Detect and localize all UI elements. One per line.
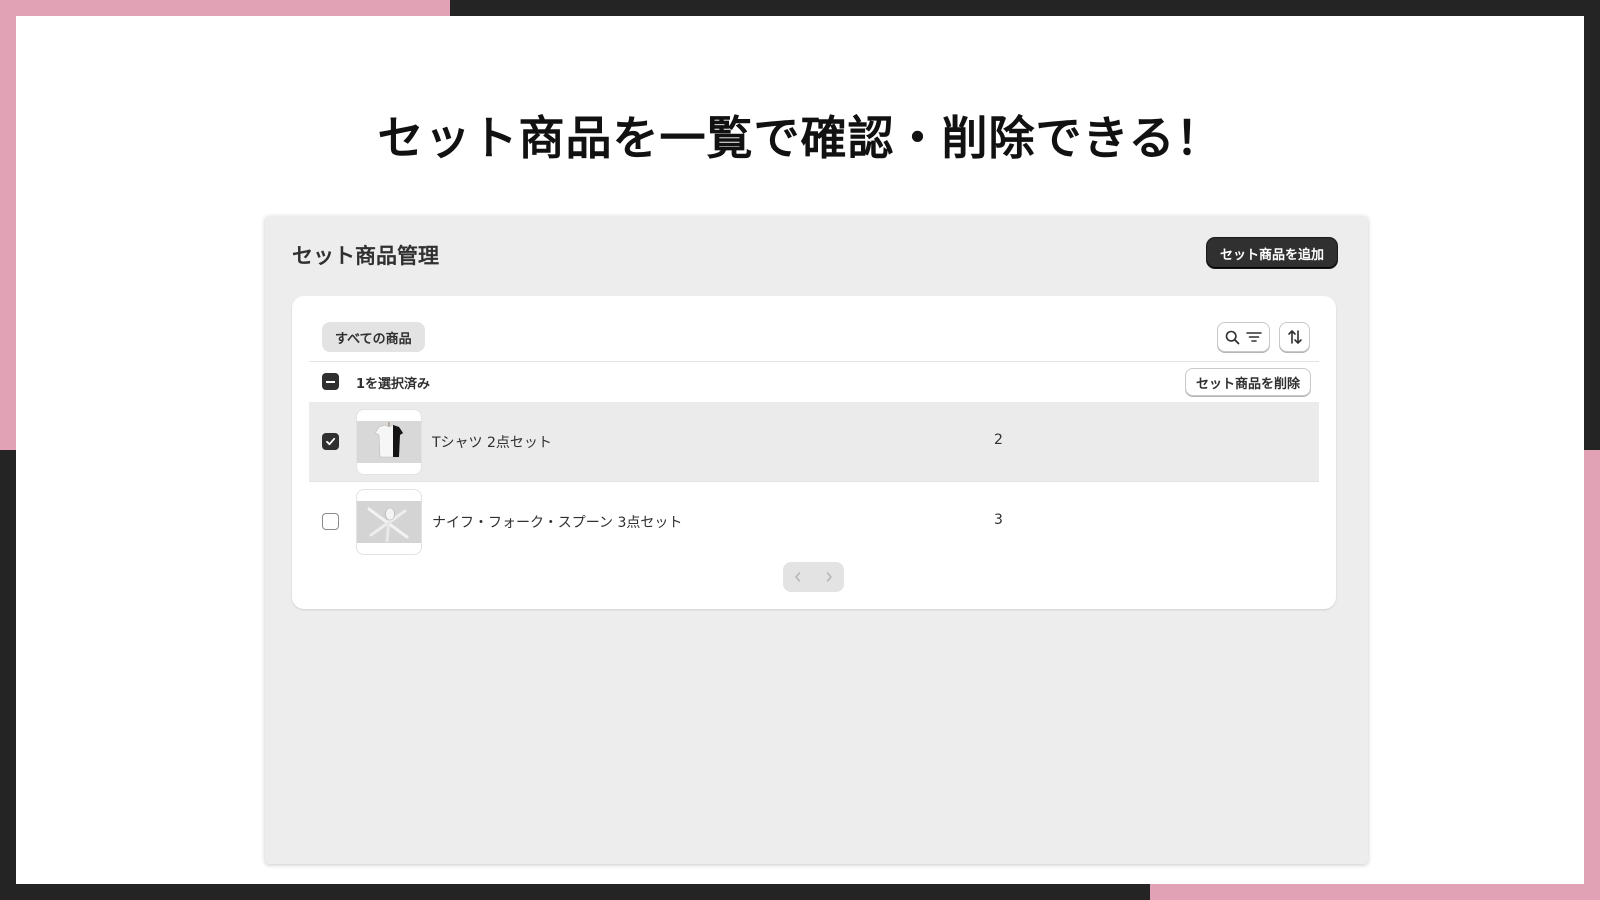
app-window: セット商品管理 セット商品を追加 すべての商品 1を選択済み セット商品を削除 … — [265, 216, 1368, 864]
search-filter-button[interactable] — [1217, 322, 1270, 352]
chevron-right-icon — [826, 572, 832, 582]
filter-bar: すべての商品 — [292, 296, 1336, 362]
checkmark-icon — [326, 437, 336, 446]
row-checkbox[interactable] — [322, 433, 339, 450]
bulk-action-bar: 1を選択済み セット商品を削除 — [309, 361, 1319, 403]
next-page-button[interactable] — [814, 562, 845, 592]
add-set-product-button[interactable]: セット商品を追加 — [1206, 238, 1337, 268]
table-row[interactable]: ナイフ・フォーク・スプーン 3点セット 3 — [309, 482, 1319, 561]
product-count: 2 — [994, 432, 1003, 448]
cutlery-image — [356, 489, 422, 555]
chevron-left-icon — [795, 572, 801, 582]
product-name[interactable]: ナイフ・フォーク・スプーン 3点セット — [432, 512, 682, 532]
filter-icon — [1246, 331, 1262, 343]
sort-icon — [1287, 329, 1303, 345]
selected-count-label: 1を選択済み — [356, 377, 431, 392]
pagination — [783, 562, 844, 592]
product-list-card: すべての商品 1を選択済み セット商品を削除 Tシャツ 2点セット 2 ナイフ・… — [292, 296, 1336, 609]
slide-canvas: セット商品を一覧で確認・削除できる！ セット商品管理 セット商品を追加 すべての… — [16, 16, 1584, 884]
product-count: 3 — [994, 512, 1003, 528]
previous-page-button[interactable] — [783, 562, 814, 592]
sort-button[interactable] — [1279, 322, 1310, 352]
delete-set-product-button[interactable]: セット商品を削除 — [1184, 368, 1311, 396]
product-name[interactable]: Tシャツ 2点セット — [432, 432, 552, 452]
row-checkbox[interactable] — [322, 513, 339, 530]
headline: セット商品を一覧で確認・削除できる！ — [377, 111, 1223, 165]
tab-all-products[interactable]: すべての商品 — [322, 322, 425, 352]
product-table: Tシャツ 2点セット 2 ナイフ・フォーク・スプーン 3点セット 3 — [309, 402, 1319, 561]
table-row[interactable]: Tシャツ 2点セット 2 — [309, 402, 1319, 482]
select-all-checkbox[interactable] — [322, 373, 339, 390]
page-title: セット商品管理 — [292, 244, 439, 268]
search-icon — [1225, 330, 1240, 345]
tshirt-image — [356, 409, 422, 475]
